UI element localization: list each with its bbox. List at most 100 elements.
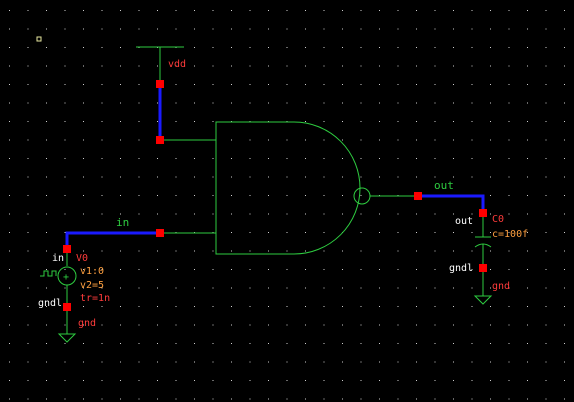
grid-dot bbox=[249, 343, 251, 344]
grid-dot bbox=[268, 361, 269, 363]
grid-dot bbox=[249, 361, 251, 363]
grid-dot bbox=[323, 306, 325, 307]
grid-dot bbox=[120, 65, 121, 67]
grid-dot bbox=[527, 176, 528, 178]
grid-dot bbox=[342, 121, 343, 122]
grid-dot bbox=[342, 139, 343, 141]
grid-dot bbox=[120, 324, 121, 326]
grid-dot bbox=[379, 158, 380, 159]
grid-dot bbox=[564, 398, 565, 400]
grid-dot bbox=[342, 287, 343, 289]
grid-dot bbox=[545, 47, 547, 48]
grid-dot bbox=[101, 158, 103, 159]
pin-vdd[interactable] bbox=[156, 80, 164, 88]
pin-c0-top[interactable] bbox=[479, 209, 487, 217]
grid-dot bbox=[416, 158, 417, 159]
grid-dot bbox=[175, 28, 177, 30]
grid-dot bbox=[527, 65, 528, 67]
grid-dot bbox=[83, 28, 84, 30]
grid-dot bbox=[416, 139, 417, 141]
pin-c0-bottom[interactable] bbox=[479, 264, 487, 272]
grid-dot bbox=[416, 65, 417, 67]
grid-dot bbox=[323, 28, 325, 30]
grid-dot bbox=[268, 380, 269, 381]
grid-dot bbox=[490, 102, 491, 104]
grid-dot bbox=[27, 195, 29, 196]
grid-dot bbox=[120, 121, 121, 122]
grid-dot bbox=[157, 158, 158, 159]
pin-nand-input-b[interactable] bbox=[156, 229, 164, 237]
grid-dot bbox=[305, 324, 306, 326]
grid-dot bbox=[453, 47, 454, 48]
grid-dot bbox=[527, 343, 528, 344]
grid-dot bbox=[249, 176, 251, 178]
schematic-canvas[interactable]: vdd in out + in V0 v1:0 v2=5 tr=1n gndl … bbox=[0, 0, 574, 402]
grid-dot bbox=[101, 398, 103, 400]
grid-dot bbox=[471, 213, 473, 215]
grid-dot bbox=[545, 139, 547, 141]
grid-dot bbox=[453, 306, 454, 307]
grid-dot bbox=[175, 195, 177, 196]
grid-dot bbox=[360, 176, 362, 178]
grid-dot bbox=[138, 287, 140, 289]
grid-dot bbox=[194, 398, 195, 400]
grid-dot bbox=[83, 158, 84, 159]
grid-dot bbox=[120, 398, 121, 400]
grid-dot bbox=[64, 139, 66, 141]
grid-dot bbox=[397, 158, 399, 159]
grid-dot bbox=[9, 324, 10, 326]
grid-dot bbox=[268, 84, 269, 85]
grid-dot bbox=[286, 250, 288, 252]
grid-dot bbox=[471, 65, 473, 67]
grid-dot bbox=[83, 250, 84, 252]
grid-dot bbox=[305, 213, 306, 215]
grid-dot bbox=[286, 176, 288, 178]
grid-dot bbox=[379, 287, 380, 289]
pin-nand-input-a[interactable] bbox=[156, 136, 164, 144]
grid-dot bbox=[101, 102, 103, 104]
grid-dot bbox=[286, 65, 288, 67]
grid-dot bbox=[545, 10, 547, 11]
grid-dot bbox=[471, 84, 473, 85]
grid-dot bbox=[101, 84, 103, 85]
grid-dot bbox=[268, 28, 269, 30]
grid-dot bbox=[83, 47, 84, 48]
grid-dot bbox=[434, 176, 436, 178]
grid-dot bbox=[194, 380, 195, 381]
grid-dot bbox=[27, 121, 29, 122]
grid-dot bbox=[212, 287, 214, 289]
grid-dot bbox=[323, 195, 325, 196]
grid-dot bbox=[194, 195, 195, 196]
grid-dot bbox=[453, 361, 454, 363]
grid-dot bbox=[212, 343, 214, 344]
grid-dot bbox=[305, 176, 306, 178]
grid-dot bbox=[471, 139, 473, 141]
grid-dot bbox=[46, 121, 47, 122]
grid-dot bbox=[64, 195, 66, 196]
grid-dot bbox=[416, 10, 417, 11]
grid-dot bbox=[9, 84, 10, 85]
grid-dot bbox=[564, 380, 565, 381]
grid-dot bbox=[545, 398, 547, 400]
grid-dot bbox=[323, 121, 325, 122]
grid-dot bbox=[397, 380, 399, 381]
grid-dot bbox=[564, 10, 565, 11]
grid-dot bbox=[231, 195, 232, 196]
grid-dot bbox=[527, 47, 528, 48]
grid-dot bbox=[416, 324, 417, 326]
grid-dot bbox=[379, 269, 380, 270]
pin-nand-output[interactable] bbox=[414, 192, 422, 200]
grid-dot bbox=[249, 102, 251, 104]
pin-v0-plus[interactable] bbox=[63, 245, 71, 253]
grid-dot bbox=[379, 47, 380, 48]
grid-dot bbox=[27, 324, 29, 326]
c0-param-c: c=100f bbox=[492, 229, 528, 240]
pin-v0-minus[interactable] bbox=[63, 303, 71, 311]
grid-dot bbox=[101, 250, 103, 252]
grid-dot bbox=[360, 28, 362, 30]
grid-dot bbox=[545, 287, 547, 289]
grid-dot bbox=[9, 232, 10, 233]
grid-dot bbox=[64, 102, 66, 104]
grid-dot bbox=[545, 361, 547, 363]
grid-dot bbox=[249, 10, 251, 11]
